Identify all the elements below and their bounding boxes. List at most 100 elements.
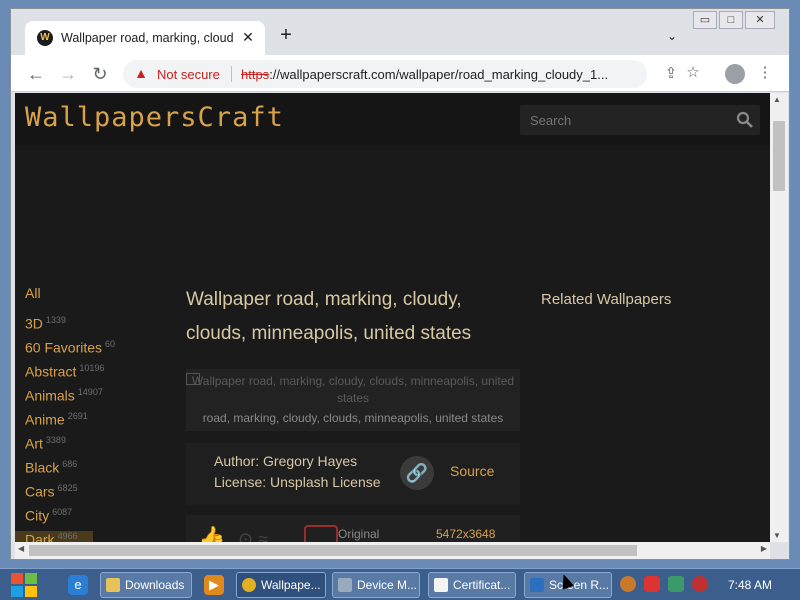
forward-icon[interactable]: → xyxy=(57,63,79,85)
category-count: 14907 xyxy=(77,387,103,397)
flag-icon[interactable] xyxy=(644,576,660,592)
page-viewport: WallpapersCraft All 3D1339 60 Favorites6… xyxy=(15,93,770,542)
category-name: 60 Favorites xyxy=(25,339,103,356)
site-favicon-icon: W xyxy=(37,30,53,46)
task-device-manager[interactable]: Device M... xyxy=(332,572,420,598)
category-count: 686 xyxy=(62,459,78,469)
author-info: Author: Gregory Hayes License: Unsplash … xyxy=(186,443,520,505)
tab-search-chevron-icon[interactable]: ⌄ xyxy=(663,27,681,45)
scroll-up-icon[interactable]: ▲ xyxy=(773,95,781,104)
url-text[interactable]: https://wallpaperscraft.com/wallpaper/ro… xyxy=(241,67,641,82)
search-icon[interactable] xyxy=(736,111,754,129)
vertical-scroll-thumb[interactable] xyxy=(773,121,785,191)
page-title: Wallpaper road, marking, cloudy, clouds,… xyxy=(186,289,472,344)
warning-icon[interactable]: ▲ xyxy=(133,65,149,81)
share-icon[interactable]: ⊙ ≈ xyxy=(238,529,268,542)
source-link[interactable]: Source xyxy=(450,463,494,479)
minimize-button[interactable]: ▭ xyxy=(693,11,717,29)
task-chrome[interactable]: Wallpape... xyxy=(236,572,326,598)
category-item[interactable]: 3D 1339 xyxy=(25,315,175,339)
not-secure-label[interactable]: Not secure xyxy=(157,67,220,82)
search-input[interactable] xyxy=(520,105,725,135)
volume-muted-icon[interactable] xyxy=(692,576,708,592)
category-name: City xyxy=(25,507,50,524)
category-item[interactable]: City 6087 xyxy=(25,507,175,531)
browser-window: W Wallpaper road, marking, cloudy, c ✕ +… xyxy=(10,8,790,560)
category-all[interactable]: All xyxy=(25,285,175,315)
site-logo[interactable]: WallpapersCraft xyxy=(25,102,284,133)
category-name: Abstract xyxy=(25,363,77,380)
link-icon[interactable]: 🔗 xyxy=(400,456,434,490)
new-tab-button[interactable]: + xyxy=(275,25,297,47)
image-caption: road, marking, cloudy, clouds, minneapol… xyxy=(202,411,504,425)
document-icon xyxy=(434,578,448,592)
category-item[interactable]: 60 Favorites 60 xyxy=(25,339,175,363)
category-name: Black xyxy=(25,459,60,476)
category-name: Dark xyxy=(25,531,55,542)
address-bar[interactable]: ▲ Not secure https://wallpaperscraft.com… xyxy=(123,60,677,88)
tab-wallpaper[interactable]: W Wallpaper road, marking, cloudy, c ✕ xyxy=(25,21,265,55)
profile-icon[interactable] xyxy=(725,64,745,84)
tray-arrow-icon[interactable] xyxy=(620,576,636,592)
task-certificate[interactable]: Certificat... xyxy=(428,572,516,598)
media-player-icon[interactable]: ▶ xyxy=(204,575,224,595)
url-path: ://wallpaperscraft.com/wallpaper/road_ma… xyxy=(269,67,609,82)
back-icon[interactable]: ← xyxy=(25,63,47,85)
resolution-link[interactable]: 5472x3648 xyxy=(436,527,495,541)
main-content: Wallpaper road, marking, cloudy, clouds,… xyxy=(186,283,520,542)
category-item[interactable]: Animals 14907 xyxy=(25,387,175,411)
screen-recorder-icon xyxy=(530,578,544,592)
category-item-active[interactable]: Dark 4966 xyxy=(15,531,93,542)
task-label: Wallpape... xyxy=(261,578,321,592)
category-count: 1339 xyxy=(45,315,66,325)
internet-explorer-icon[interactable]: e xyxy=(68,575,88,595)
category-count: 2691 xyxy=(67,411,88,421)
address-separator xyxy=(231,66,232,82)
tab-close-icon[interactable]: ✕ xyxy=(239,28,257,46)
category-name: Cars xyxy=(25,483,55,500)
task-label: Downloads xyxy=(125,578,185,592)
reload-icon[interactable]: ↻ xyxy=(89,63,111,85)
category-item[interactable]: Abstract 10196 xyxy=(25,363,175,387)
download-bar: 👍 ⊙ ≈ Original 5472x3648 xyxy=(186,515,520,542)
star-icon[interactable]: ☆ xyxy=(683,63,703,83)
horizontal-scrollbar[interactable]: ◀ ▶ xyxy=(15,542,770,559)
category-item[interactable]: Cars 6825 xyxy=(25,483,175,507)
close-window-button[interactable]: ✕ xyxy=(745,11,775,29)
related-wallpapers-heading: Related Wallpapers xyxy=(541,291,672,308)
thumbs-up-icon[interactable]: 👍 xyxy=(198,525,225,542)
category-sidebar: All 3D 1339 60 Favorites 60 Abstract 10196 … xyxy=(15,285,175,542)
menu-icon[interactable]: ⋮ xyxy=(755,63,775,83)
device-manager-icon xyxy=(338,578,352,592)
category-count: 6087 xyxy=(52,507,73,517)
chrome-icon xyxy=(242,578,256,592)
category-item[interactable]: Black 686 xyxy=(25,459,175,483)
task-downloads[interactable]: Downloads xyxy=(100,572,192,598)
horizontal-scroll-thumb[interactable] xyxy=(29,545,637,556)
scroll-down-icon[interactable]: ▼ xyxy=(773,531,781,540)
category-name: Art xyxy=(25,435,43,452)
category-count: 10196 xyxy=(79,363,105,373)
license-label: License: Unsplash License xyxy=(214,474,381,490)
site-search-box[interactable] xyxy=(520,105,760,135)
taskbar-clock[interactable]: 7:48 AM xyxy=(728,578,772,592)
category-item[interactable]: Art 3389 xyxy=(25,435,175,459)
task-label: Screen R... xyxy=(549,578,610,592)
share-icon[interactable]: ⇪ xyxy=(661,64,681,84)
image-alt-text: Wallpaper road, marking, cloudy, clouds,… xyxy=(191,374,515,405)
taskbar: e Downloads ▶ Wallpape... Device M... Ce… xyxy=(0,568,800,600)
scroll-left-icon[interactable]: ◀ xyxy=(18,544,24,553)
vertical-scrollbar[interactable]: ▲ ▼ xyxy=(770,93,788,542)
folder-icon xyxy=(106,578,120,592)
category-count: 3389 xyxy=(45,435,66,445)
category-item[interactable]: Anime 2691 xyxy=(25,411,175,435)
start-button-windows-icon[interactable] xyxy=(8,571,40,599)
download-icon[interactable] xyxy=(304,525,338,542)
maximize-button[interactable]: □ xyxy=(719,11,743,29)
category-count: 4966 xyxy=(57,531,78,541)
scroll-right-icon[interactable]: ▶ xyxy=(761,544,767,553)
wallpaper-image[interactable]: Wallpaper road, marking, cloudy, clouds,… xyxy=(186,369,520,431)
category-name: Anime xyxy=(25,411,65,428)
category-count: 60 xyxy=(105,339,116,349)
network-icon[interactable] xyxy=(668,576,684,592)
